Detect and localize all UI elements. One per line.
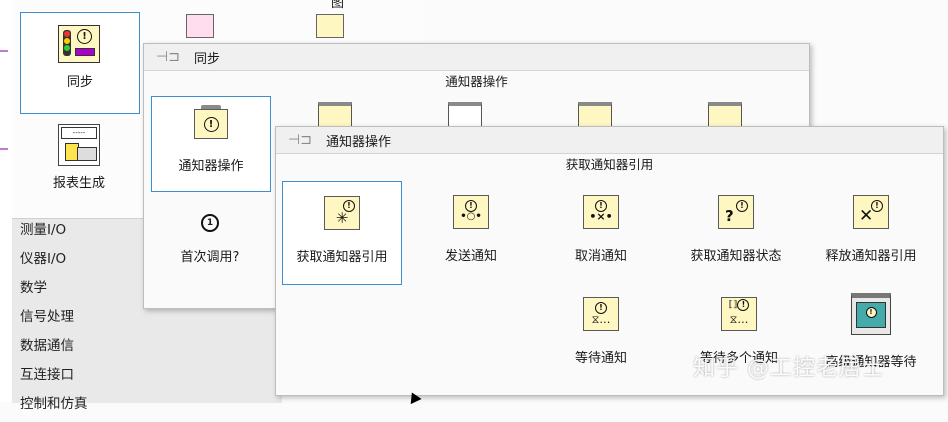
palette-header[interactable]: ⊣⊐ 通知器操作 <box>276 127 943 154</box>
pin-icon[interactable]: ⊣⊐ <box>288 132 312 148</box>
partial-icon <box>318 102 352 129</box>
palette-item-send-notification[interactable]: ! •○• 发送通知 <box>421 181 521 283</box>
palette-item-first-call[interactable]: 1 首次调用? <box>151 214 269 284</box>
palette-item-wait-on-notification[interactable]: ! ⧖… 等待通知 <box>551 289 651 379</box>
palette-item-label: 同步 <box>66 75 93 90</box>
palette-title: 同步 <box>193 51 220 67</box>
obtain-notifier-icon: ! ✳ <box>324 196 360 230</box>
category-item[interactable]: 控制和仿真 <box>12 393 282 422</box>
partial-icon-top <box>316 14 344 38</box>
palette-item-label: 发送通知 <box>444 249 497 264</box>
first-call-icon: 1 <box>201 214 219 232</box>
palette-title: 通知器操作 <box>325 134 391 150</box>
palette-item-label: 通知器操作 <box>178 159 244 174</box>
palette-item-release-notifier[interactable]: ! ✕ 释放通知器引用 <box>806 181 936 283</box>
wire-stub <box>0 50 8 52</box>
palette-item-label: 报表生成 <box>52 176 105 191</box>
palette-item-label: 释放通知器引用 <box>825 249 917 264</box>
palette-item-get-notifier-status[interactable]: ! ? 获取通知器状态 <box>671 181 801 283</box>
palette-item-label: 获取通知器引用 <box>296 250 388 265</box>
palette-subtitle: 获取通知器引用 <box>565 157 654 172</box>
send-notification-icon: ! •○• <box>453 195 489 229</box>
partial-icon <box>448 102 482 129</box>
wire-stub <box>0 148 8 150</box>
palette-item-report-generation[interactable]: ----- 报表生成 <box>20 118 138 210</box>
palette-item-cancel-notification[interactable]: ! •×• 取消通知 <box>551 181 651 283</box>
category-item[interactable]: 互连接口 <box>12 364 282 393</box>
notifier-icon: ! <box>194 105 228 139</box>
category-item[interactable]: 信号处理 <box>12 306 282 335</box>
pin-icon[interactable]: ⊣⊐ <box>156 49 180 65</box>
traffic-light-icon: ! <box>58 25 100 63</box>
palette-item-obtain-notifier[interactable]: ! ✳ 获取通知器引用 <box>282 181 402 285</box>
palette-item-label: 首次调用? <box>180 250 240 265</box>
palette-item-label: 等待通知 <box>574 351 627 366</box>
partial-icon <box>578 102 612 129</box>
report-printer-icon: ----- <box>58 124 100 166</box>
wait-notification-icon: ! ⧖… <box>583 297 619 331</box>
watermark: 知乎 @工控老居士 <box>693 356 885 381</box>
cancel-notification-icon: ! •×• <box>583 195 619 229</box>
partial-icon-top <box>186 14 214 38</box>
palette-subtitle: 通知器操作 <box>445 74 508 89</box>
notifier-status-icon: ! ? <box>718 195 754 229</box>
top-partial-label: 图 <box>331 0 345 11</box>
palette-item-label: 获取通知器状态 <box>690 249 782 264</box>
palette-item-label: 取消通知 <box>574 249 627 264</box>
palette-item-sync[interactable]: ! 同步 <box>20 12 140 114</box>
release-notifier-icon: ! ✕ <box>853 195 889 229</box>
partial-icon <box>708 102 742 129</box>
category-item[interactable]: 数据通信 <box>12 335 282 364</box>
wait-multiple-icon: ⟦⟧! ⧖… <box>721 297 757 331</box>
palette-header[interactable]: ⊣⊐ 同步 <box>144 44 809 71</box>
diagram-edge <box>0 0 12 402</box>
advanced-notifier-icon: ! <box>851 293 891 335</box>
palette-item-notifier-operations[interactable]: ! 通知器操作 <box>151 96 271 192</box>
